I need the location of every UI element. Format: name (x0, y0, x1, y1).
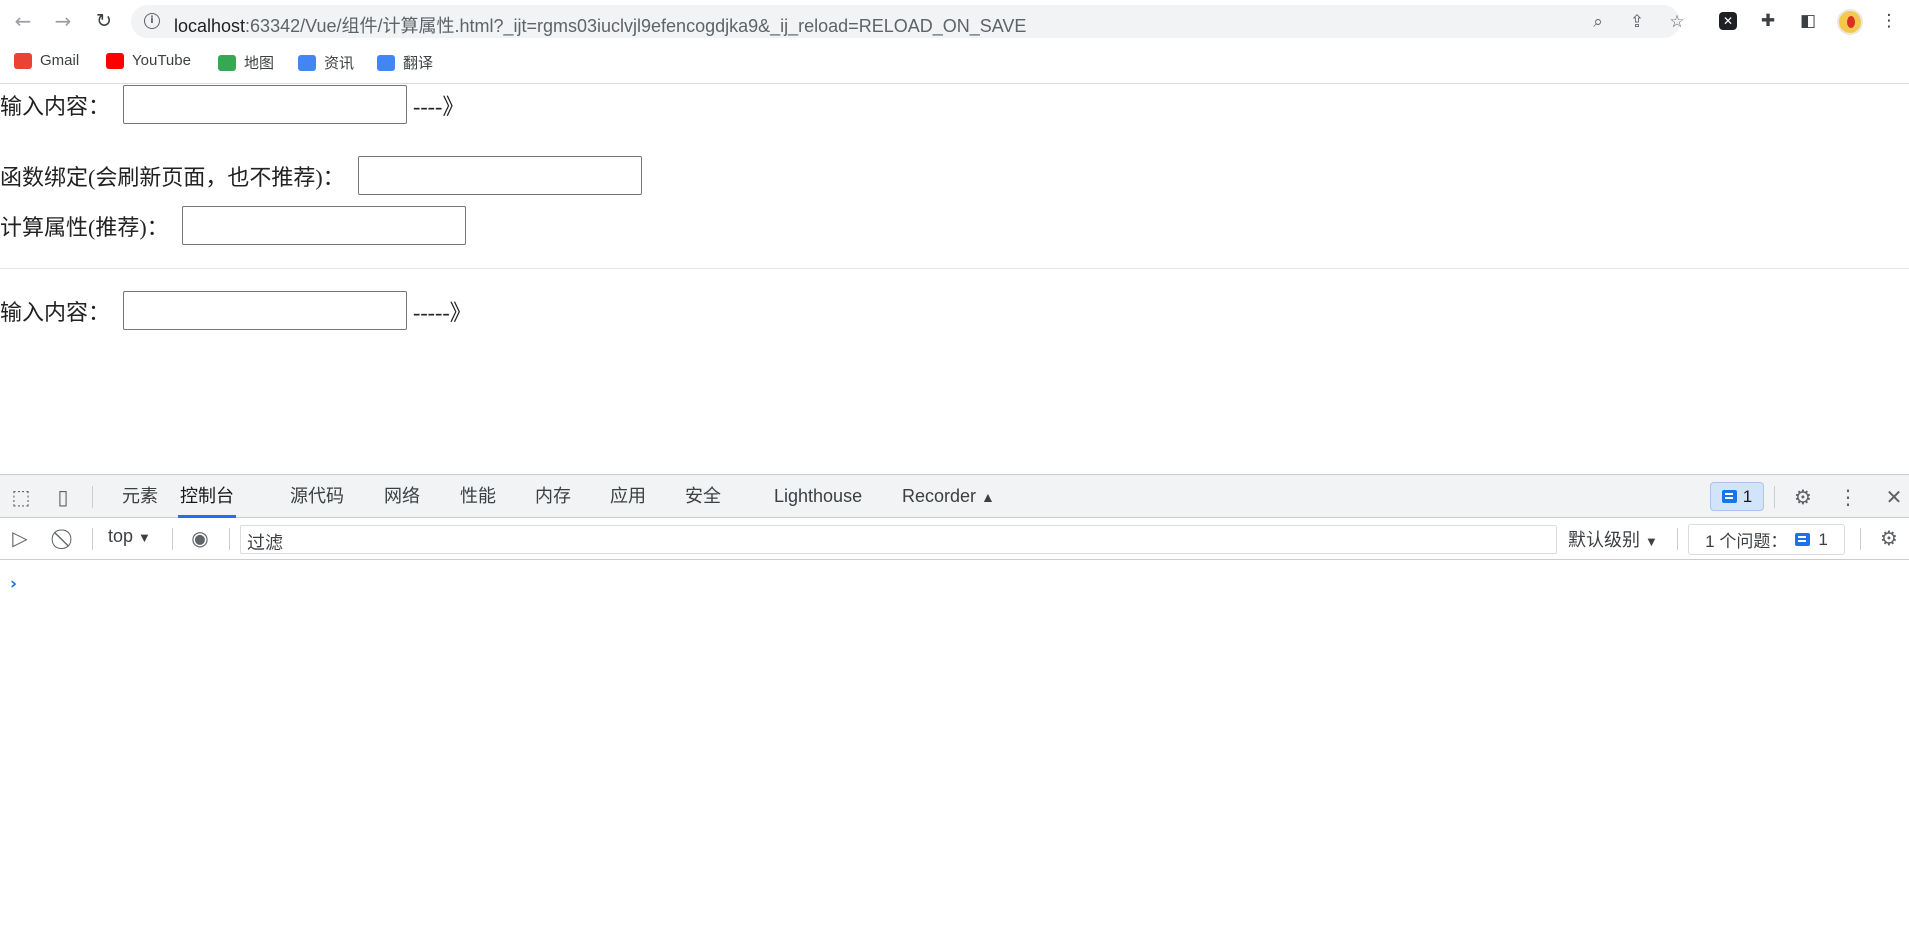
console-toolbar: ▷ ⃠ top ▼ ◉ 过滤 默认级别 ▼ 1 个问题： 1 ⚙ (0, 518, 1909, 560)
bookmark-label: 翻译 (403, 55, 434, 72)
sidebar-toggle-icon[interactable]: ▷ (8, 526, 32, 550)
log-level-selector[interactable]: 默认级别 ▼ (1568, 526, 1658, 552)
close-devtools-icon[interactable]: ✕ (1882, 485, 1906, 509)
separator (1860, 528, 1861, 550)
bookmark-translate[interactable]: 翻译 (377, 52, 433, 73)
bookmark-label: YouTube (132, 52, 191, 69)
inspect-element-icon[interactable]: ⬚ (9, 485, 33, 509)
separator (172, 528, 173, 550)
function-binding-row: 函数绑定(会刷新页面，也不推荐)： (0, 156, 648, 195)
forward-icon[interactable]: → (50, 8, 76, 34)
tab-memory[interactable]: 内存 (533, 475, 573, 518)
extensions-puzzle-icon[interactable]: ✚ (1756, 9, 1780, 33)
input-row-1: 输入内容： ----》 (0, 85, 464, 124)
tab-recorder-label: Recorder (902, 486, 977, 506)
url-path: :63342/Vue/组件/计算属性.html?_ijt=rgms03iuclv… (245, 16, 1027, 36)
address-bar[interactable]: i localhost:63342/Vue/组件/计算属性.html?_ijt=… (131, 5, 1685, 38)
tab-recorder[interactable]: Recorder ▲ (900, 475, 997, 518)
console-settings-gear-icon[interactable]: ⚙ (1877, 526, 1901, 550)
computed-row: 计算属性(推荐)： (0, 206, 472, 245)
bookmark-youtube[interactable]: YouTube (106, 52, 191, 69)
devtools-panel: ⬚ ▯ 元素 控制台 源代码 网络 性能 内存 应用 安全 Lighthouse… (0, 474, 1909, 942)
input-row-2: 输入内容： -----》 (0, 291, 472, 330)
chevron-down-icon: ▼ (1645, 534, 1658, 549)
computed-label: 计算属性(推荐)： (0, 214, 169, 240)
tab-performance[interactable]: 性能 (458, 475, 498, 518)
reload-icon[interactable]: ↻ (91, 8, 117, 34)
input-label: 输入内容： (0, 93, 111, 119)
url-text[interactable]: localhost:63342/Vue/组件/计算属性.html?_ijt=rg… (174, 12, 1026, 38)
back-icon[interactable]: ← (10, 8, 36, 34)
issues-count: 1 (1818, 529, 1828, 549)
content-input-2[interactable] (123, 291, 408, 330)
chrome-menu-icon[interactable]: ⋮ (1877, 9, 1901, 33)
bookmark-maps[interactable]: 地图 (218, 52, 274, 73)
tab-elements[interactable]: 元素 (120, 475, 160, 518)
bookmark-star-icon[interactable]: ☆ (1665, 10, 1689, 34)
profile-avatar[interactable] (1837, 9, 1863, 35)
separator (1774, 486, 1775, 508)
console-filter-input[interactable]: 过滤 (240, 525, 1557, 554)
tab-lighthouse[interactable]: Lighthouse (772, 475, 864, 518)
gmail-icon (14, 52, 32, 69)
chevron-down-icon: ▼ (138, 530, 151, 545)
tab-application[interactable]: 应用 (608, 475, 648, 518)
level-label: 默认级别 (1568, 530, 1640, 550)
divider (0, 268, 1909, 269)
share-icon[interactable]: ⇪ (1625, 10, 1649, 34)
tab-sources[interactable]: 源代码 (288, 475, 346, 518)
function-binding-input[interactable] (357, 156, 642, 195)
translate-icon (377, 54, 395, 71)
message-icon (1795, 533, 1811, 546)
separator (229, 528, 230, 550)
site-info-icon[interactable]: i (144, 13, 160, 29)
output-arrow: ----》 (413, 93, 465, 119)
computed-input[interactable] (181, 206, 466, 245)
youtube-icon (106, 52, 124, 69)
bookmark-gmail[interactable]: Gmail (14, 52, 79, 69)
news-icon (298, 54, 316, 71)
extension-x-icon[interactable]: ✕ (1719, 12, 1737, 30)
zoom-icon[interactable]: ⌕ (1586, 10, 1610, 34)
settings-gear-icon[interactable]: ⚙ (1791, 485, 1815, 509)
tab-network[interactable]: 网络 (382, 475, 422, 518)
maps-icon (218, 54, 236, 71)
tab-console[interactable]: 控制台 (178, 475, 236, 518)
function-binding-label: 函数绑定(会刷新页面，也不推荐)： (0, 164, 345, 190)
devtools-menu-icon[interactable]: ⋮ (1836, 485, 1860, 509)
context-selector[interactable]: top ▼ (108, 526, 151, 547)
separator (1677, 528, 1678, 550)
url-host: localhost (174, 16, 246, 36)
context-label: top (108, 526, 134, 546)
bookmark-label: 地图 (244, 55, 275, 72)
separator (92, 486, 93, 508)
message-icon (1721, 490, 1737, 503)
issues-label: 1 个问题： (1705, 532, 1788, 551)
side-panel-icon[interactable]: ◧ (1796, 9, 1820, 33)
page-content: 输入内容： ----》 函数绑定(会刷新页面，也不推荐)： 计算属性(推荐)： … (0, 85, 1909, 474)
console-prompt-chevron[interactable]: › (10, 574, 17, 594)
clear-console-icon[interactable]: ⃠ (54, 526, 78, 550)
issues-counter-button[interactable]: 1 个问题： 1 (1688, 524, 1845, 555)
browser-toolbar: ← → ↻ i localhost:63342/Vue/组件/计算属性.html… (0, 0, 1909, 42)
bookmarks-bar: Gmail YouTube 地图 资讯 翻译 (0, 42, 1909, 84)
bookmark-label: Gmail (40, 52, 80, 69)
input-label: 输入内容： (0, 299, 111, 325)
bookmark-label: 资讯 (324, 55, 355, 72)
device-toolbar-icon[interactable]: ▯ (51, 485, 75, 509)
content-input-1[interactable] (123, 85, 408, 124)
separator (92, 528, 93, 550)
tab-security[interactable]: 安全 (683, 475, 723, 518)
bookmark-news[interactable]: 资讯 (298, 52, 354, 73)
eye-icon[interactable]: ◉ (188, 526, 212, 550)
output-arrow: -----》 (413, 299, 472, 325)
flask-icon: ▲ (981, 489, 995, 505)
issues-badge[interactable]: 1 (1710, 482, 1764, 511)
devtools-tabbar: ⬚ ▯ 元素 控制台 源代码 网络 性能 内存 应用 安全 Lighthouse… (0, 475, 1909, 518)
issue-count: 1 (1742, 486, 1753, 506)
